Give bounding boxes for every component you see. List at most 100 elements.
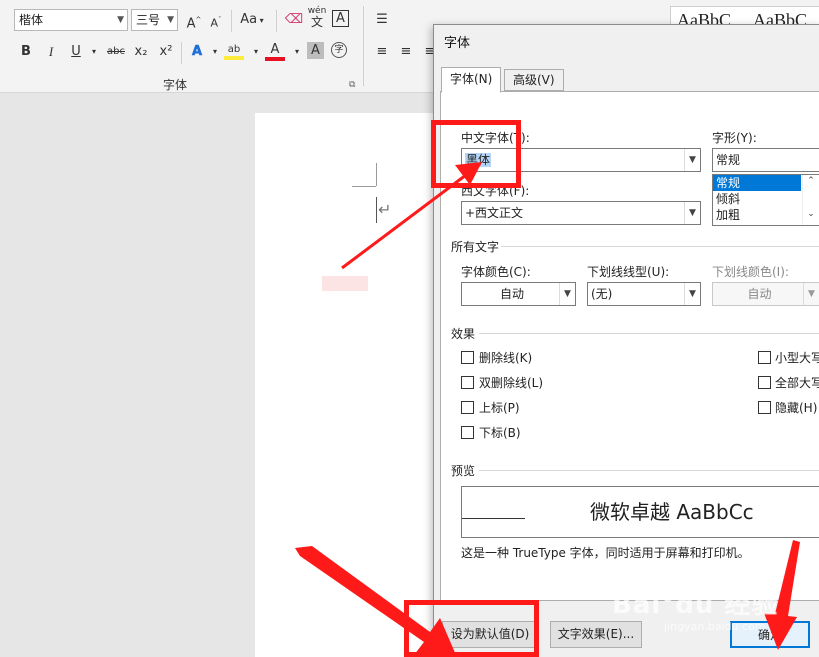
font-color-button[interactable]: A (265, 40, 285, 61)
grow-font-button[interactable]: A^ (184, 10, 204, 32)
chevron-down-icon[interactable]: ▾ (84, 42, 104, 62)
effects-section-title: 效果 (451, 327, 476, 341)
chevron-down-icon[interactable]: ▾ (287, 42, 307, 62)
separator (363, 6, 364, 86)
italic-button[interactable]: I (41, 42, 61, 62)
change-case-button[interactable]: Aa ▾ (238, 10, 266, 30)
highlight-color-bar (224, 56, 244, 60)
tab-advanced[interactable]: 高级(V) (504, 69, 564, 91)
bold-button[interactable]: B (16, 42, 36, 62)
underline-color-value: 自动 (747, 287, 772, 301)
chevron-up-icon[interactable]: ⌃ (803, 176, 819, 186)
text-effects-label: 文字效果(E)... (557, 627, 635, 641)
hidden-label: 隐藏(H) (775, 401, 818, 415)
chevron-down-icon[interactable]: ▼ (167, 10, 174, 30)
chevron-down-icon[interactable]: ▼ (684, 202, 700, 224)
subscript-label: 下标(B) (479, 426, 521, 440)
list-item[interactable]: 常规 (713, 175, 801, 191)
strikethrough-icon: abc (107, 46, 125, 57)
shrink-font-icon: A (210, 16, 219, 30)
align-center-icon[interactable]: ≡ (396, 42, 416, 62)
chevron-down-icon[interactable]: ▼ (117, 10, 124, 30)
strikethrough-checkbox[interactable] (461, 351, 474, 364)
text-effects-dialog-button[interactable]: 文字效果(E)... (550, 621, 642, 648)
char-shading-button[interactable]: A (307, 42, 324, 59)
text-effects-button[interactable]: A (187, 42, 207, 62)
scrollbar[interactable]: ⌃ ⌄ (802, 175, 819, 225)
shrink-font-button[interactable]: Aˇ (206, 10, 226, 30)
small-caps-checkbox[interactable] (758, 351, 771, 364)
font-color-value: 自动 (499, 287, 524, 301)
tab-font[interactable]: 字体(N) (441, 67, 502, 93)
separator (276, 10, 277, 32)
preview-section-title: 预览 (451, 464, 476, 478)
subscript-button[interactable]: x₂ (131, 42, 151, 62)
subscript-checkbox[interactable] (461, 426, 474, 439)
highlight-box-chinese-font (431, 120, 521, 188)
superscript-label: 上标(P) (479, 401, 520, 415)
underline-type-label: 下划线线型(U): (587, 265, 670, 279)
font-color-select[interactable]: 自动 ▼ (461, 282, 576, 306)
clear-format-icon[interactable]: ⌫ (284, 10, 304, 30)
all-caps-checkbox[interactable] (758, 376, 771, 389)
align-left-icon[interactable]: ≡ (372, 42, 392, 62)
western-font-value: +西文正文 (465, 206, 524, 220)
chevron-down-icon[interactable]: ▼ (684, 149, 700, 171)
all-caps-label: 全部大写 (775, 376, 819, 390)
phonetic-guide-char: 文 (310, 15, 323, 29)
phonetic-guide-button[interactable]: wén 文 (307, 6, 327, 29)
divider (501, 246, 819, 247)
font-size-value: 三号 (136, 13, 161, 27)
chevron-down-icon[interactable]: ▼ (684, 283, 700, 305)
enclose-char-icon[interactable]: 字 (331, 42, 347, 58)
separator (231, 10, 232, 32)
watermark-url: jingyan.baidu.com (664, 620, 766, 633)
chevron-down-icon[interactable]: ⌄ (803, 209, 819, 219)
font-dialog: 字体 字体(N) 高级(V) 中文字体(T): 黑体 ▼ 西文字体(F): +西… (433, 24, 819, 657)
underline-button[interactable]: U (66, 42, 86, 62)
western-font-select[interactable]: +西文正文 ▼ (461, 201, 701, 225)
paragraph-mark-icon: ↵ (378, 200, 392, 219)
subscript-icon: x₂ (134, 44, 148, 59)
divider (479, 470, 819, 471)
underline-color-select: 自动 ▼ (712, 282, 819, 306)
strikethrough-button[interactable]: abc (104, 42, 128, 62)
hidden-checkbox[interactable] (758, 401, 771, 414)
superscript-button[interactable]: x² (156, 42, 176, 62)
italic-icon: I (48, 44, 54, 59)
superscript-icon: x² (159, 44, 173, 59)
margin-corner-mark (352, 186, 376, 187)
change-case-icon: Aa (240, 12, 258, 27)
chevron-down-icon[interactable]: ▼ (559, 283, 575, 305)
divider (479, 333, 819, 334)
chevron-down-icon[interactable]: ▾ (246, 42, 266, 62)
text-cursor (376, 197, 377, 223)
watermark-brand: Bai°du 经验 (612, 590, 779, 620)
font-group-label: 字体 (163, 78, 188, 92)
char-border-button[interactable]: A (332, 10, 349, 27)
dialog-launcher-icon[interactable]: ⧉ (349, 80, 355, 90)
font-name-value: 楷体 (19, 13, 44, 27)
chevron-down-icon[interactable]: ▾ (205, 42, 225, 62)
underline-icon: U (71, 44, 81, 59)
grow-font-icon: A (186, 16, 196, 32)
font-style-input[interactable]: 常规 (712, 148, 819, 172)
font-size-combo[interactable]: 三号 ▼ (131, 9, 178, 31)
double-strikethrough-label: 双删除线(L) (479, 376, 544, 390)
bullets-icon[interactable]: ☰ (372, 10, 392, 30)
selection-highlight (322, 276, 368, 291)
document-page[interactable] (255, 113, 445, 657)
double-strikethrough-checkbox[interactable] (461, 376, 474, 389)
preview-box: 微软卓越 AaBbCc (461, 486, 819, 538)
strikethrough-label: 删除线(K) (479, 351, 533, 365)
tab-font-label: 字体(N) (450, 72, 493, 86)
font-style-label: 字形(Y): (712, 131, 757, 145)
underline-type-select[interactable]: (无) ▼ (587, 282, 701, 306)
font-color-label: 字体颜色(C): (461, 265, 531, 279)
font-name-combo[interactable]: 楷体 ▼ (14, 9, 128, 31)
tab-advanced-label: 高级(V) (513, 73, 555, 87)
font-style-list[interactable]: 常规 倾斜 加粗 ⌃ ⌄ (712, 174, 819, 226)
highlight-button[interactable]: ab (224, 40, 244, 60)
superscript-checkbox[interactable] (461, 401, 474, 414)
small-caps-label: 小型大写 (775, 351, 819, 365)
